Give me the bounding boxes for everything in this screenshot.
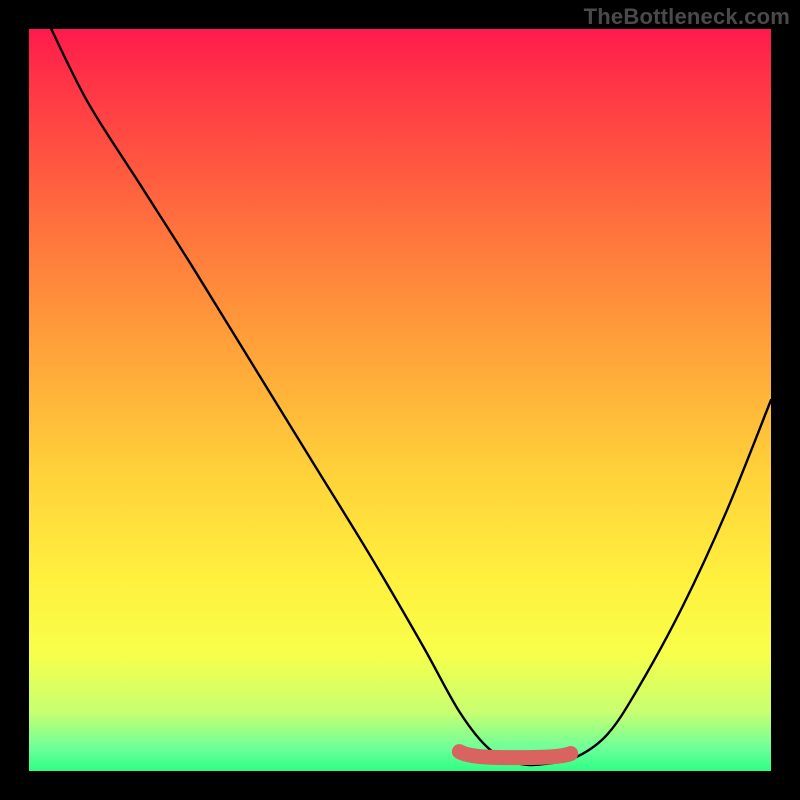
plot-area xyxy=(29,29,771,771)
watermark-text: TheBottleneck.com xyxy=(584,4,790,30)
curve-layer xyxy=(29,29,771,771)
bottleneck-curve xyxy=(51,29,771,765)
chart-frame: TheBottleneck.com xyxy=(0,0,800,800)
valley-marker xyxy=(459,752,570,758)
